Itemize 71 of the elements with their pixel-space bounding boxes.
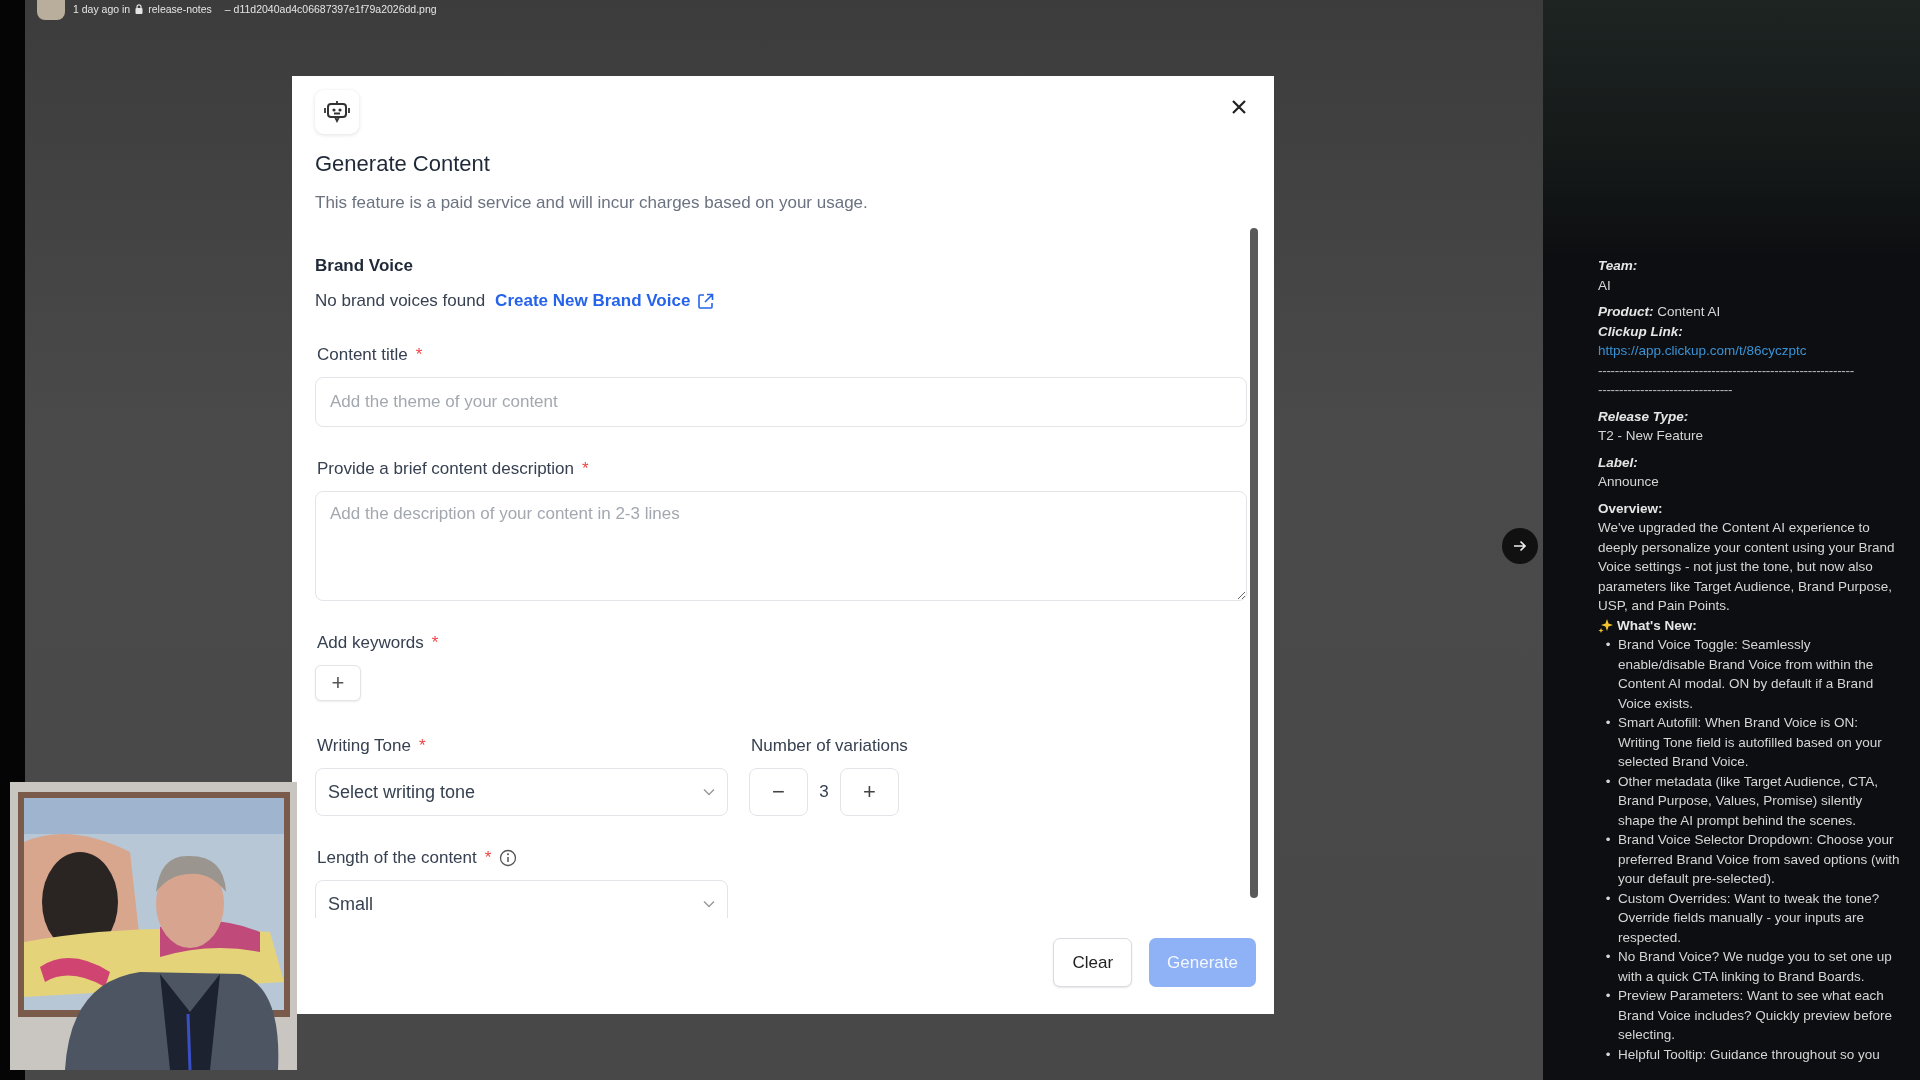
bullet-mark: • xyxy=(1604,987,1612,1005)
chevron-icon xyxy=(703,900,715,908)
bullet-mark: • xyxy=(1604,889,1612,908)
bullet-item: Smart Autofill: When Brand Voice is ON: Writing Tone field is autofilled based on your selected Brand Voice. xyxy=(1618,714,1883,771)
field-label: Label: xyxy=(1598,453,1639,472)
dropdown-value: Small xyxy=(328,893,373,915)
note-text: AI xyxy=(1598,276,1612,295)
note-text: We've upgraded the Content AI experience to deeply personalize your content using your Brand Voice settings - not just the tone, but now also parameters like Target Audience, Brand Purpose, USP, and Pain Points. xyxy=(1598,519,1896,615)
file-name: – d11d2040ad4c06687397e1f79a2026dd.png xyxy=(224,3,437,15)
field-label: Product: xyxy=(1598,304,1654,319)
field-label: Number of variations xyxy=(751,735,908,757)
lock-icon xyxy=(135,4,144,14)
add-keyword-button[interactable]: + xyxy=(315,665,361,701)
dialog-subtitle: This feature is a paid service and will incur charges based on your usage. xyxy=(315,192,868,214)
empty-message: No brand voices found xyxy=(315,290,486,312)
create-brand-voice-link[interactable]: Create New Brand Voice xyxy=(495,289,715,313)
channel-link[interactable]: release-notes xyxy=(148,3,212,15)
arrow-icon xyxy=(1513,540,1527,552)
close-icon xyxy=(1231,99,1247,115)
dropdown-placeholder: Select writing tone xyxy=(328,781,476,803)
chevron-icon xyxy=(703,788,715,796)
section-heading: What's New: xyxy=(1617,616,1697,635)
bullet-item: No Brand Voice? We nudge you to set one up with a quick CTA linking to Brand Boards. xyxy=(1618,948,1893,986)
clear-button[interactable]: Clear xyxy=(1053,938,1133,987)
dropdown[interactable]: Small xyxy=(315,880,728,918)
field-label: Release Type: xyxy=(1598,407,1690,426)
field-label: Content title xyxy=(317,344,408,366)
field-label: Provide a brief content description xyxy=(317,458,575,480)
bullet-mark: • xyxy=(1604,948,1612,966)
text-field[interactable]: Add the theme of your content xyxy=(315,377,1247,427)
dropdown[interactable]: Select writing tone xyxy=(315,768,728,816)
required-mark: * xyxy=(484,847,492,869)
dashed-line: -------------------------------- xyxy=(1598,381,1734,399)
avatar xyxy=(37,0,65,20)
scrollbar[interactable] xyxy=(1250,228,1258,898)
note-text: Content AI xyxy=(1656,304,1721,319)
field-label: Clickup Link: xyxy=(1598,322,1684,341)
bullet-mark: • xyxy=(1604,831,1612,849)
note-text: Announce xyxy=(1598,473,1660,491)
required-mark: * xyxy=(418,735,426,757)
increment-button[interactable]: + xyxy=(840,768,899,816)
bullet-item: Brand Voice Selector Dropdown: Choose your preferred Brand Voice from saved options (with your default pre-selected). xyxy=(1618,831,1900,888)
dashed-line: ------------------------------------------------------------- xyxy=(1598,361,1855,380)
text-area[interactable]: Add the description of your content in 2-3 lines xyxy=(315,491,1247,601)
field-label: Team: xyxy=(1598,257,1639,275)
required-mark: * xyxy=(415,344,423,366)
section-heading: Overview: xyxy=(1598,499,1664,518)
timestamp: 1 day ago in xyxy=(73,3,131,15)
field-label: Length of the content xyxy=(317,847,477,869)
bullet-item: Helpful Tooltip: Guidance throughout so you xyxy=(1618,1045,1881,1064)
required-mark: * xyxy=(431,632,439,654)
field-label: Writing Tone xyxy=(317,735,411,757)
field-label: Add keywords xyxy=(317,632,424,654)
bullet-mark: • xyxy=(1604,636,1612,654)
note-text: T2 - New Feature xyxy=(1598,427,1705,445)
bullet-item: Brand Voice Toggle: Seamlessly enable/disable Brand Voice from within the Content AI modal. ON by default if a Brand Voice exists. xyxy=(1618,636,1875,713)
section-heading: Brand Voice xyxy=(315,255,414,277)
bullet-item: Custom Overrides: Want to tweak the tone? Override fields manually - your inputs are respected. xyxy=(1618,889,1881,947)
dialog-title: Generate Content xyxy=(315,150,490,178)
bullet-item: Preview Parameters: Want to see what each Brand Voice includes? Quickly preview before selecting. xyxy=(1618,987,1893,1044)
bullet-mark: • xyxy=(1604,714,1612,732)
external-link-icon xyxy=(697,292,715,310)
variation-count: 3 xyxy=(818,782,830,802)
bullet-mark: • xyxy=(1604,772,1612,791)
decrement-button[interactable]: − xyxy=(749,768,808,816)
required-mark: * xyxy=(582,458,589,480)
next-button[interactable] xyxy=(1502,528,1538,564)
sparkle-icon xyxy=(1598,617,1613,633)
bullet-item: Other metadata (like Target Audience, CTA, Brand Purpose, Values, Promise) silently shape the AI prompt behind the scenes. xyxy=(1618,772,1879,830)
bullet-mark: • xyxy=(1604,1045,1612,1064)
clickup-link[interactable]: https://app.clickup.com/t/86cyczptc xyxy=(1598,341,1900,361)
